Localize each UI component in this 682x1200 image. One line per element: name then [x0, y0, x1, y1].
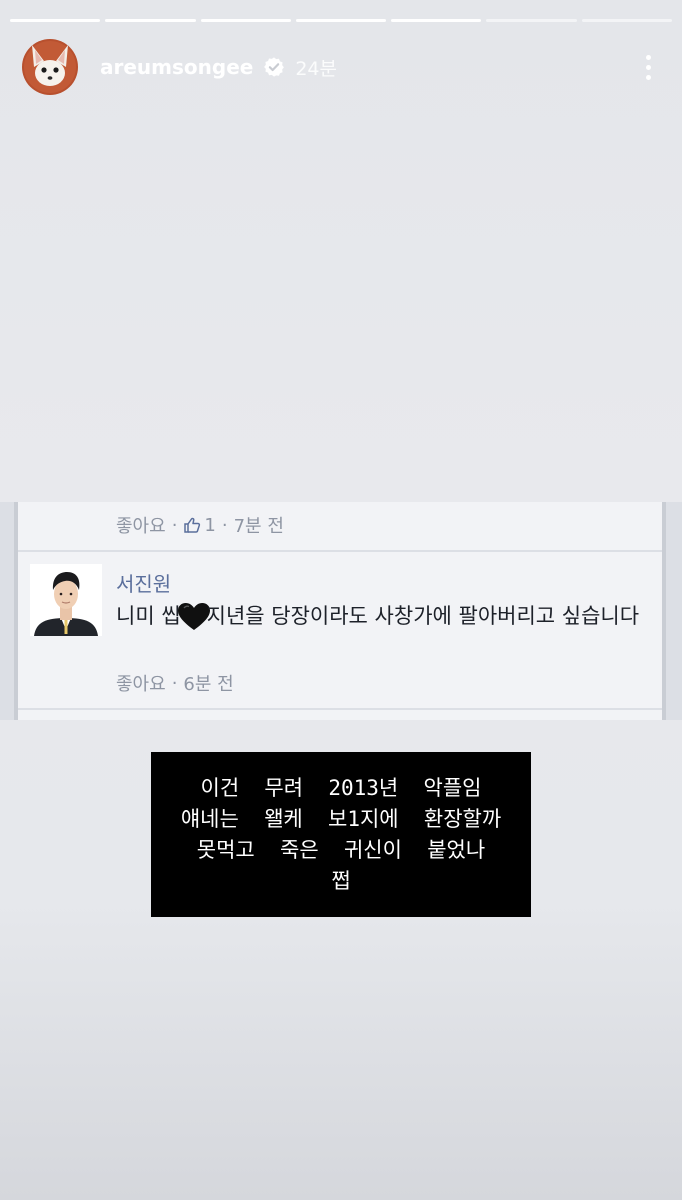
caption-line: 얘네는 왤케 보1지에 환장할까 [180, 806, 502, 831]
progress-segment [486, 19, 577, 22]
commenter-profile-photo[interactable] [30, 564, 102, 636]
previous-comment-meta: 좋아요 · 1 · 7분 전 [116, 512, 284, 538]
caption-line: 못먹고 죽은 귀신이 붙었나 [196, 837, 486, 862]
progress-segment [105, 19, 196, 22]
caption-line: 쩝 [331, 868, 351, 893]
progress-segment [391, 19, 482, 22]
next-comment-card [18, 710, 662, 720]
story-caption: 이건 무려 2013년 악플임 얘네는 왤케 보1지에 환장할까 못먹고 죽은 … [151, 752, 531, 917]
comment-author-name[interactable]: 서진원 [116, 568, 171, 597]
comment-time: 6분 전 [183, 674, 234, 695]
comment-time: 7분 전 [233, 516, 284, 537]
progress-segment [581, 19, 672, 22]
post-time: 24분 [295, 57, 338, 80]
like-link[interactable]: 좋아요 [116, 670, 166, 696]
like-link[interactable]: 좋아요 [116, 512, 166, 538]
comment-text-part-1: 니미 씹 [116, 604, 181, 628]
previous-comment-card [18, 502, 662, 550]
avatar[interactable] [22, 39, 78, 95]
person-photo-icon [30, 564, 102, 636]
thumbs-up-icon [183, 516, 201, 534]
story-progress-bar [10, 19, 672, 22]
more-vertical-icon [645, 54, 651, 60]
caption-line: 이건 무려 2013년 악플임 [200, 775, 482, 800]
progress-segment [295, 19, 387, 22]
story-header: areumsongee 24분 [22, 38, 660, 96]
fennec-fox-avatar-icon [22, 39, 78, 95]
comment-meta: 좋아요 · 6분 전 [116, 670, 234, 696]
username[interactable]: areumsongee [100, 55, 253, 79]
progress-segment [10, 19, 101, 22]
more-options-button[interactable] [636, 50, 660, 84]
verified-badge-icon [263, 56, 285, 78]
progress-segment [200, 19, 291, 22]
panel-right-border [662, 502, 666, 720]
comment-text-part-2: 지년을 당장이라도 사창가에 팔아버리고 싶습니다 [206, 604, 640, 628]
like-count: 1 [204, 514, 216, 536]
black-heart-sticker [177, 602, 211, 632]
comment-text: 니미 씹 지년을 당장이라도 사창가에 팔아버리고 싶습니다 [116, 600, 656, 632]
